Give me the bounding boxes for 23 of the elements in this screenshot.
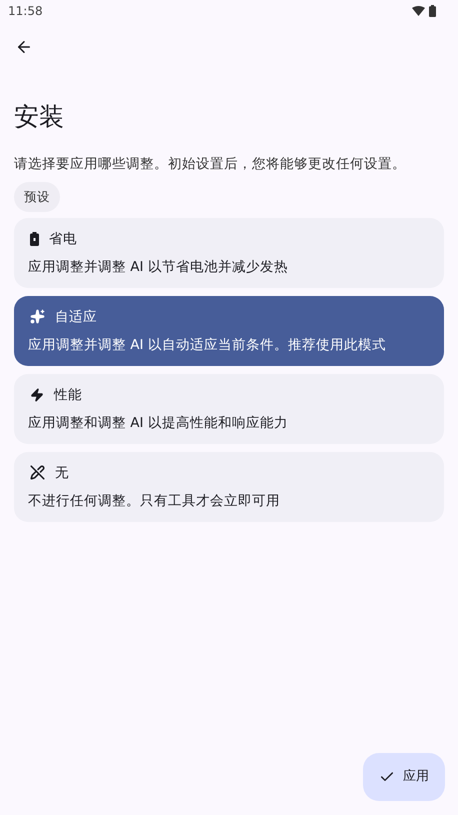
page-title: 安装 bbox=[14, 101, 65, 133]
wifi-icon bbox=[412, 6, 425, 16]
apply-button[interactable]: 应用 bbox=[363, 753, 445, 801]
preset-chip: 预设 bbox=[14, 182, 60, 212]
sparkles-icon bbox=[30, 309, 45, 324]
battery-icon bbox=[30, 232, 39, 246]
option-title: 性能 bbox=[54, 386, 82, 405]
mode-option-card[interactable]: 性能 应用调整和调整 AI 以提高性能和响应能力 bbox=[14, 374, 444, 444]
option-description: 应用调整并调整 AI 以节省电池并减少发热 bbox=[28, 258, 289, 277]
option-title: 省电 bbox=[49, 230, 77, 249]
option-title: 自适应 bbox=[55, 308, 97, 327]
option-title: 无 bbox=[55, 464, 69, 483]
option-description: 应用调整并调整 AI 以自动适应当前条件。推荐使用此模式 bbox=[28, 336, 387, 355]
mode-option-card[interactable]: 自适应 应用调整并调整 AI 以自动适应当前条件。推荐使用此模式 bbox=[14, 296, 444, 366]
lightning-icon bbox=[30, 388, 44, 402]
description-text: 请选择要应用哪些调整。初始设置后，您将能够更改任何设置。 bbox=[14, 155, 407, 174]
battery-status-icon bbox=[429, 5, 436, 17]
status-time: 11:58 bbox=[8, 3, 43, 20]
mode-option-card[interactable]: 省电 应用调整并调整 AI 以节省电池并减少发热 bbox=[14, 218, 444, 288]
crossed-pen-icon bbox=[30, 465, 45, 480]
option-description: 不进行任何调整。只有工具才会立即可用 bbox=[28, 492, 281, 511]
option-description: 应用调整和调整 AI 以提高性能和响应能力 bbox=[28, 414, 289, 433]
mode-option-card[interactable]: 无 不进行任何调整。只有工具才会立即可用 bbox=[14, 452, 444, 522]
